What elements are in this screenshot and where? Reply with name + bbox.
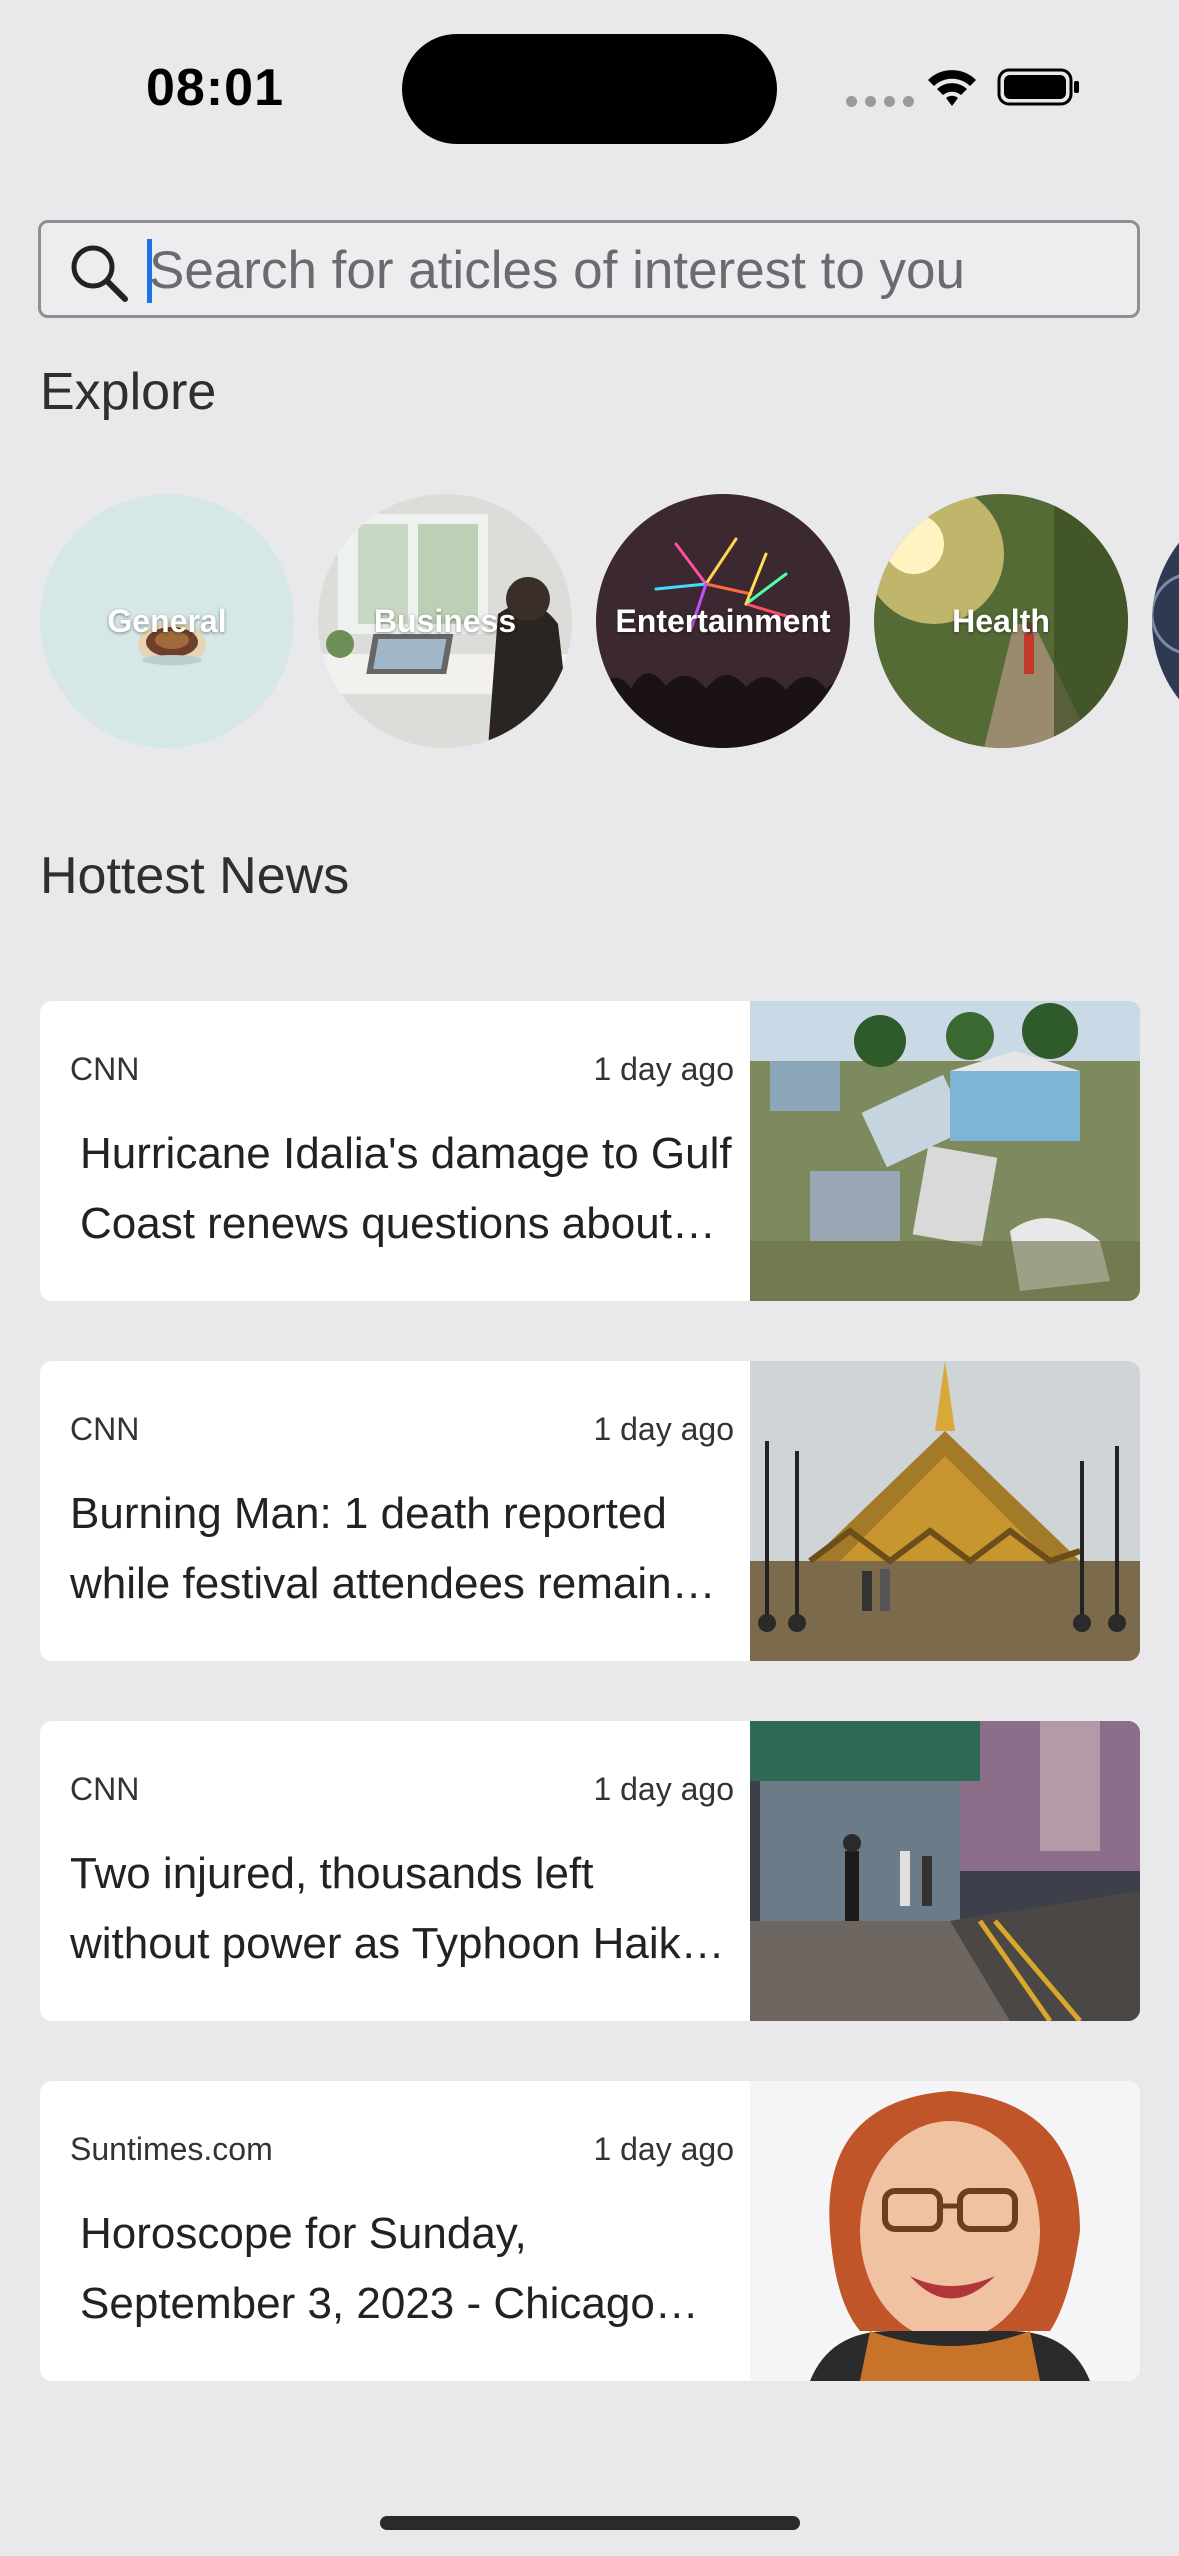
category-business[interactable]: Business <box>318 494 572 748</box>
battery-icon <box>997 68 1079 106</box>
article-time: 1 day ago <box>593 1051 734 1087</box>
search-input[interactable] <box>149 237 1109 303</box>
status-time: 08:01 <box>146 59 284 117</box>
news-card[interactable]: CNN 1 day ago Burning Man: 1 death repor… <box>40 1361 1140 1661</box>
home-indicator[interactable] <box>380 2516 800 2530</box>
article-time: 1 day ago <box>593 2131 734 2167</box>
category-label: General <box>107 602 227 639</box>
category-carousel[interactable]: General Business Entertainment Health <box>40 494 1179 754</box>
article-source: CNN <box>70 1771 140 1807</box>
article-image <box>750 1721 1140 2021</box>
article-title: Horoscope for Sunday, September 3, 2023 … <box>80 2209 655 2328</box>
article-time: 1 day ago <box>593 1411 734 1447</box>
wifi-icon <box>928 70 976 106</box>
category-next-partial[interactable] <box>1152 494 1179 748</box>
article-source: CNN <box>70 1051 140 1087</box>
hottest-news-heading: Hottest News <box>40 847 350 905</box>
search-icon <box>71 245 128 302</box>
news-card[interactable]: CNN 1 day ago Two injured, thousands lef… <box>40 1721 1140 2021</box>
article-image <box>750 2081 1140 2381</box>
category-entertainment[interactable]: Entertainment <box>596 494 850 748</box>
category-health[interactable]: Health <box>874 494 1128 748</box>
explore-heading: Explore <box>40 363 217 421</box>
news-card[interactable]: Suntimes.com 1 day ago Horoscope for Sun… <box>40 2081 1140 2381</box>
article-title: Hurricane Idalia's damage to Gulf Coast … <box>80 1129 732 1248</box>
article-source: Suntimes.com <box>70 2131 273 2167</box>
news-card[interactable]: CNN 1 day ago Hurricane Idalia's damage … <box>40 1001 1140 1301</box>
category-general[interactable]: General <box>40 494 294 748</box>
screen: 08:01 Explore G <box>0 0 1179 2556</box>
category-next-image <box>1152 494 1179 748</box>
search-box[interactable] <box>38 220 1140 318</box>
cellular-signal-icon <box>846 96 914 107</box>
category-label: Health <box>952 602 1050 639</box>
article-time: 1 day ago <box>593 1771 734 1807</box>
article-image <box>750 1361 1140 1661</box>
dynamic-island <box>402 34 777 144</box>
article-title: Burning Man: 1 death reported while fest… <box>70 1489 672 1608</box>
category-label: Entertainment <box>615 602 831 639</box>
category-label: Business <box>373 602 517 639</box>
article-image <box>750 1001 1140 1301</box>
article-source: CNN <box>70 1411 140 1447</box>
article-title: Two injured, thousands left without powe… <box>70 1849 715 1968</box>
